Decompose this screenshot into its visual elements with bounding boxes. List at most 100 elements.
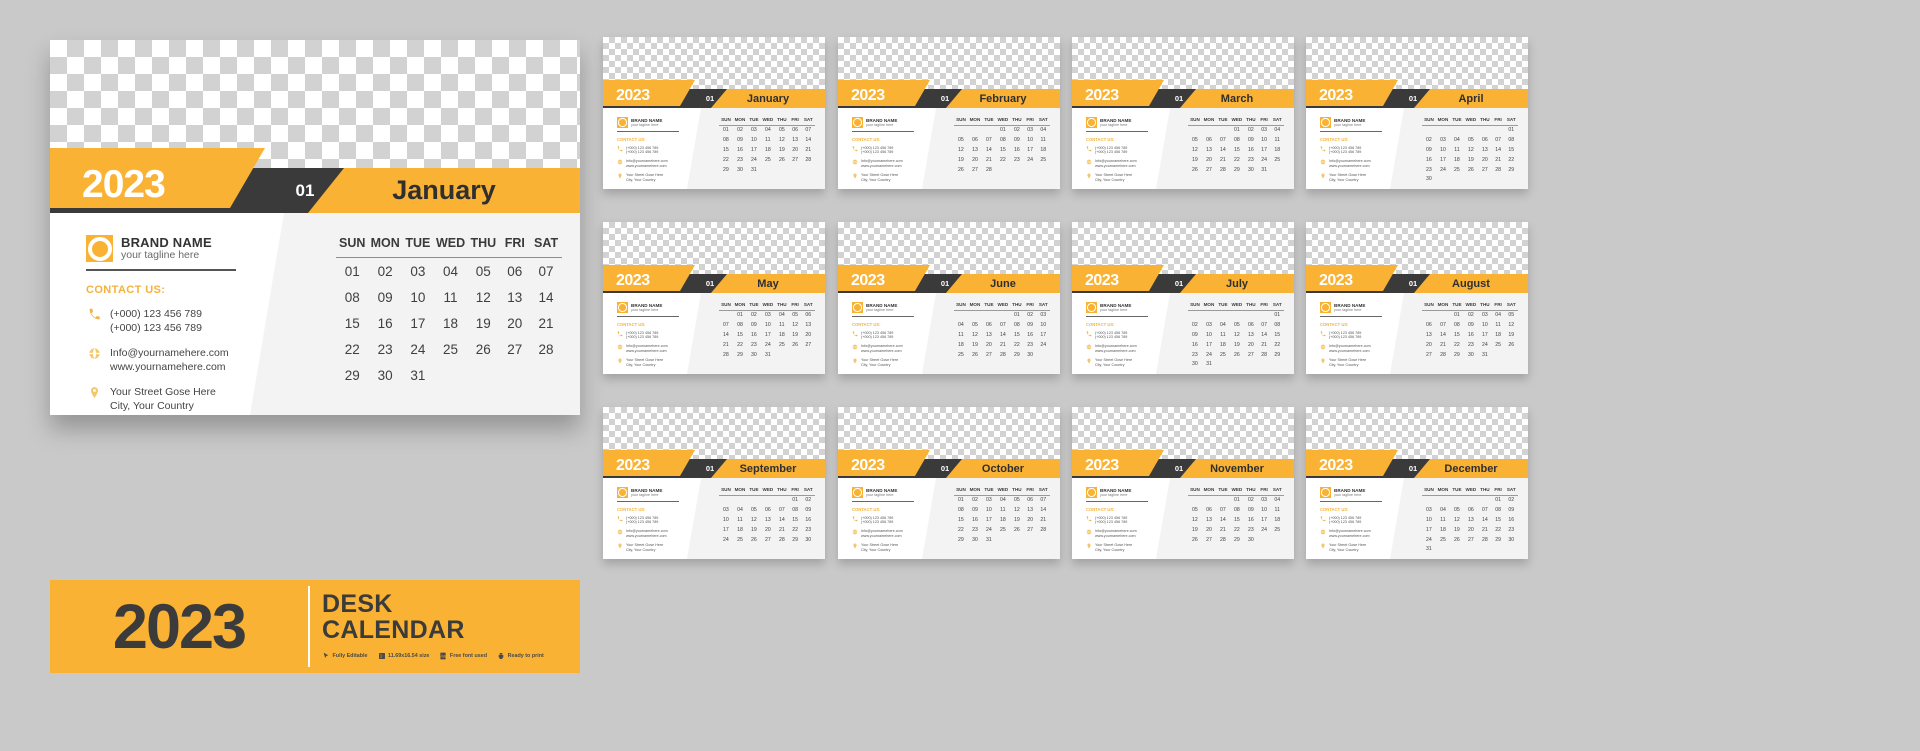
date-cell[interactable]: 23 [1010, 155, 1024, 165]
date-cell[interactable]: 24 [719, 535, 733, 545]
date-cell[interactable]: 24 [747, 155, 761, 165]
date-cell[interactable]: 15 [719, 145, 733, 155]
date-cell[interactable]: 12 [1010, 505, 1024, 515]
date-cell[interactable]: 21 [1216, 525, 1230, 535]
date-cell[interactable]: 01 [1492, 495, 1505, 505]
date-cell[interactable]: 03 [761, 310, 775, 320]
date-cell[interactable]: 27 [761, 535, 775, 545]
date-cell[interactable]: 01 [1010, 310, 1024, 320]
date-cell[interactable]: 06 [1202, 505, 1216, 515]
date-cell[interactable]: 08 [1230, 505, 1244, 515]
date-cell[interactable]: 29 [1271, 350, 1285, 360]
date-cell[interactable]: 07 [1037, 495, 1051, 505]
date-cell[interactable]: 07 [1216, 505, 1230, 515]
date-cell[interactable]: 21 [530, 310, 562, 336]
date-cell[interactable]: 02 [1464, 310, 1478, 320]
date-cell[interactable]: 30 [968, 535, 982, 545]
month-thumbnail-june[interactable]: 2023 01 June BRAND NAME your tagline here CON… [838, 222, 1060, 374]
date-cell[interactable]: 30 [1464, 350, 1478, 360]
date-cell[interactable]: 27 [1244, 350, 1258, 360]
date-cell[interactable]: 19 [954, 155, 968, 165]
date-cell[interactable]: 04 [1271, 495, 1285, 505]
date-cell[interactable]: 07 [530, 258, 562, 285]
date-cell[interactable]: 07 [1492, 135, 1505, 145]
date-cell[interactable]: 23 [1505, 525, 1519, 535]
date-cell[interactable]: 12 [954, 145, 968, 155]
date-cell[interactable]: 10 [982, 505, 996, 515]
date-cell[interactable]: 09 [733, 135, 747, 145]
date-cell[interactable]: 22 [789, 525, 802, 535]
date-cell[interactable]: 19 [1450, 525, 1464, 535]
date-cell[interactable]: 02 [733, 125, 747, 135]
date-cell[interactable]: 18 [1271, 515, 1285, 525]
month-thumbnail-march[interactable]: 2023 01 March BRAND NAME your tagline here CO… [1072, 37, 1294, 189]
date-cell[interactable]: 14 [1216, 515, 1230, 525]
date-cell[interactable]: 01 [996, 125, 1010, 135]
date-cell[interactable]: 17 [747, 145, 761, 155]
month-thumbnail-september[interactable]: 2023 01 September BRAND NAME your tagline he… [603, 407, 825, 559]
date-cell[interactable]: 30 [733, 165, 747, 175]
date-cell[interactable]: 05 [1188, 505, 1202, 515]
date-cell[interactable]: 06 [1024, 495, 1037, 505]
date-cell[interactable]: 05 [1188, 135, 1202, 145]
date-cell[interactable]: 08 [336, 284, 369, 310]
date-cell[interactable]: 26 [1188, 535, 1202, 545]
date-cell[interactable]: 01 [1271, 310, 1285, 320]
date-cell[interactable]: 10 [1478, 320, 1492, 330]
date-cell[interactable]: 12 [1505, 320, 1519, 330]
date-cell[interactable]: 02 [1024, 310, 1037, 320]
date-cell[interactable]: 08 [719, 135, 733, 145]
date-cell[interactable]: 23 [1244, 525, 1258, 535]
date-cell[interactable]: 03 [1037, 310, 1051, 320]
date-cell[interactable]: 27 [1422, 350, 1436, 360]
date-cell[interactable]: 11 [1450, 145, 1464, 155]
date-cell[interactable]: 23 [1422, 165, 1436, 175]
date-cell[interactable]: 07 [982, 135, 996, 145]
date-cell[interactable]: 18 [1271, 145, 1285, 155]
date-cell[interactable]: 04 [434, 258, 467, 285]
date-cell[interactable]: 08 [1230, 135, 1244, 145]
date-cell[interactable]: 26 [467, 336, 499, 362]
date-cell[interactable]: 24 [1478, 340, 1492, 350]
date-cell[interactable]: 22 [954, 525, 968, 535]
date-cell[interactable]: 25 [761, 155, 775, 165]
date-cell[interactable]: 03 [1436, 135, 1450, 145]
date-cell[interactable]: 19 [1230, 340, 1244, 350]
date-cell[interactable]: 06 [1422, 320, 1436, 330]
date-cell[interactable]: 24 [761, 340, 775, 350]
date-cell[interactable]: 03 [1422, 505, 1436, 515]
date-cell[interactable]: 18 [954, 340, 968, 350]
date-cell[interactable]: 31 [1258, 165, 1271, 175]
date-cell[interactable]: 23 [802, 525, 816, 535]
date-cell[interactable]: 10 [1258, 505, 1271, 515]
date-cell[interactable]: 06 [789, 125, 802, 135]
date-cell[interactable]: 23 [968, 525, 982, 535]
date-cell[interactable]: 13 [1422, 330, 1436, 340]
date-cell[interactable]: 30 [1244, 535, 1258, 545]
date-cell[interactable]: 20 [1478, 155, 1492, 165]
date-cell[interactable]: 26 [747, 535, 761, 545]
date-cell[interactable]: 15 [954, 515, 968, 525]
date-cell[interactable]: 23 [733, 155, 747, 165]
date-cell[interactable]: 22 [1230, 155, 1244, 165]
date-cell[interactable]: 14 [775, 515, 789, 525]
date-cell[interactable]: 01 [1505, 125, 1519, 135]
date-cell[interactable]: 01 [336, 258, 369, 285]
date-cell[interactable]: 05 [467, 258, 499, 285]
date-cell[interactable]: 28 [1258, 350, 1271, 360]
date-cell[interactable]: 22 [733, 340, 747, 350]
date-cell[interactable]: 22 [1450, 340, 1464, 350]
date-cell[interactable]: 25 [1216, 350, 1230, 360]
date-cell[interactable]: 03 [402, 258, 434, 285]
date-cell[interactable]: 06 [802, 310, 816, 320]
date-cell[interactable]: 11 [1037, 135, 1051, 145]
date-cell[interactable]: 16 [1188, 340, 1202, 350]
date-cell[interactable]: 31 [982, 535, 996, 545]
date-cell[interactable]: 14 [1258, 330, 1271, 340]
date-cell[interactable]: 13 [968, 145, 982, 155]
date-cell[interactable]: 26 [1010, 525, 1024, 535]
date-cell[interactable]: 28 [996, 350, 1010, 360]
date-cell[interactable]: 15 [1230, 515, 1244, 525]
date-cell[interactable]: 15 [1492, 515, 1505, 525]
date-cell[interactable]: 27 [802, 340, 816, 350]
